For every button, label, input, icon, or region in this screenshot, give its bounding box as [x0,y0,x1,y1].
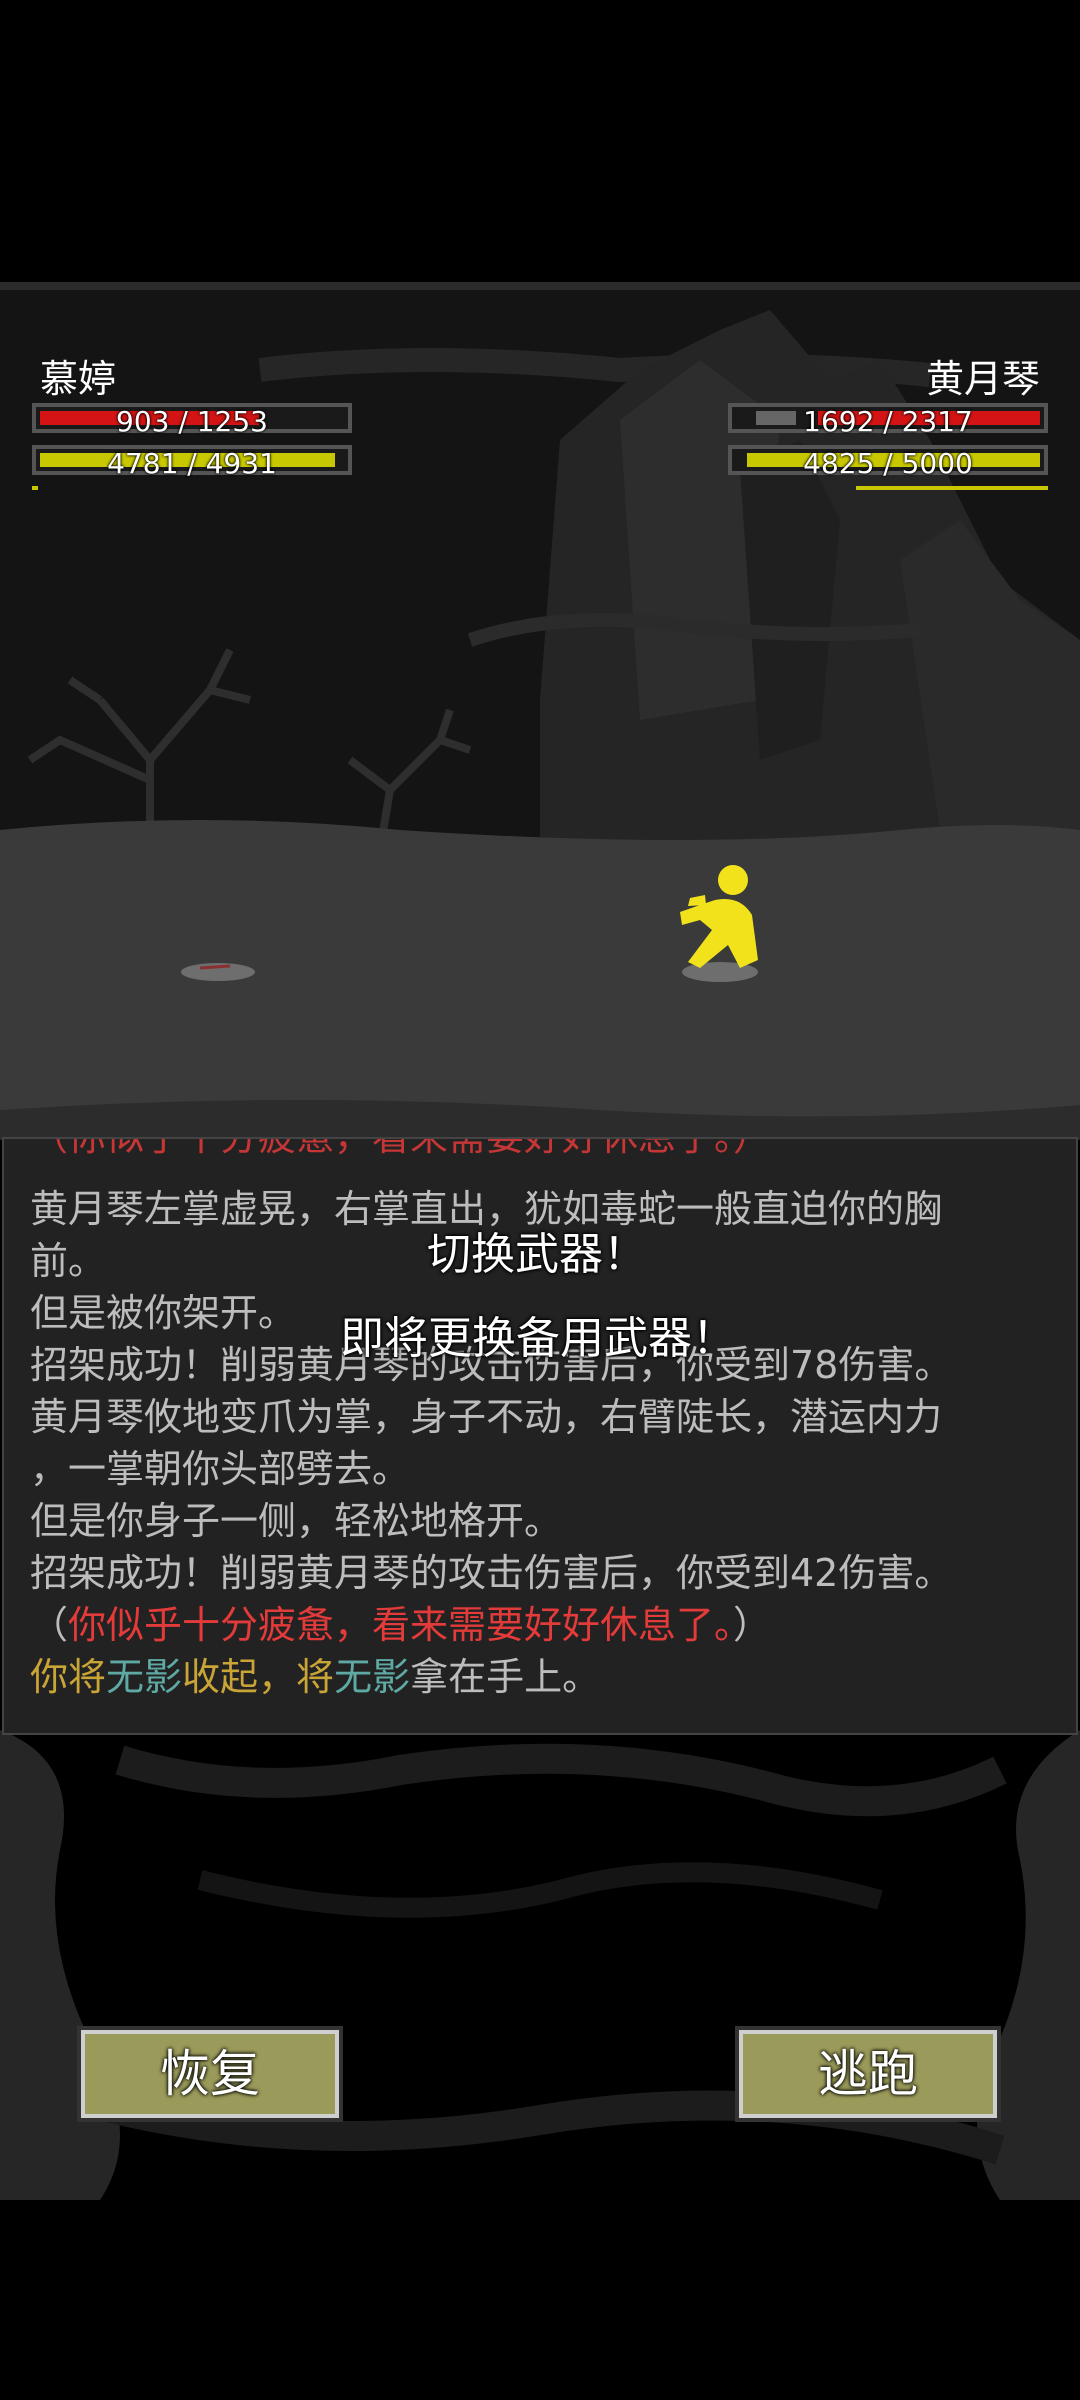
player-mp-text: 4781 / 4931 [107,447,277,480]
log-weapon-name: 无影 [106,1655,183,1699]
popup-title: 切换武器！ [427,1229,647,1280]
log-text: 你将 [30,1655,107,1699]
log-line-weapon: 你将无影收起，将无影拿在手上。 [30,1651,1046,1703]
log-line: 黄月琴攸地变爪为掌，身子不动，右臂陡长，潜运内力 [30,1395,943,1439]
recover-button[interactable]: 恢复 [81,2030,339,2118]
log-line: 但是你身子一侧，轻松地格开。 [30,1499,563,1543]
enemy-hp-bar: 1692 / 2317 [728,403,1048,438]
log-line: 招架成功！削弱黄月琴的攻击伤害后，你受到42伤害。 [30,1551,953,1595]
enemy-name: 黄月琴 [925,357,1040,401]
log-text: 拿在手上。 [410,1655,601,1699]
log-line-fatigue: （你似乎十分疲惫，看来需要好好休息了。） [30,1599,1046,1651]
enemy-mp-text: 4825 / 5000 [803,447,973,480]
log-paren-open: （ [30,1603,69,1647]
enemy-hp-text: 1692 / 2317 [803,405,973,438]
player-name: 慕婷 [40,357,117,401]
player-hp-bar: 903 / 1253 [32,403,352,438]
log-text: 收起， [182,1655,297,1699]
player-mp-bar: 4781 / 4931 [32,445,352,480]
log-weapon-name: 无影 [334,1655,411,1699]
enemy-charge-bar [856,486,1048,490]
log-paren-close: ） [733,1603,772,1647]
player-hp-text: 903 / 1253 [116,405,268,438]
log-text: 将 [296,1655,335,1699]
popup-subtitle: 即将更换备用武器！ [340,1313,736,1364]
ground [0,820,1080,1140]
log-fatigue-text: 你似乎十分疲惫，看来需要好好休息了。 [68,1603,734,1647]
flee-button[interactable]: 逃跑 [739,2030,997,2118]
player-charge-bar [32,486,38,490]
log-line: ，一掌朝你头部劈去。 [30,1447,411,1491]
log-line-partial: （你似乎十分疲惫，看来需要好好休息了。） [30,1137,772,1159]
enemy-mp-bar: 4825 / 5000 [728,445,1048,480]
